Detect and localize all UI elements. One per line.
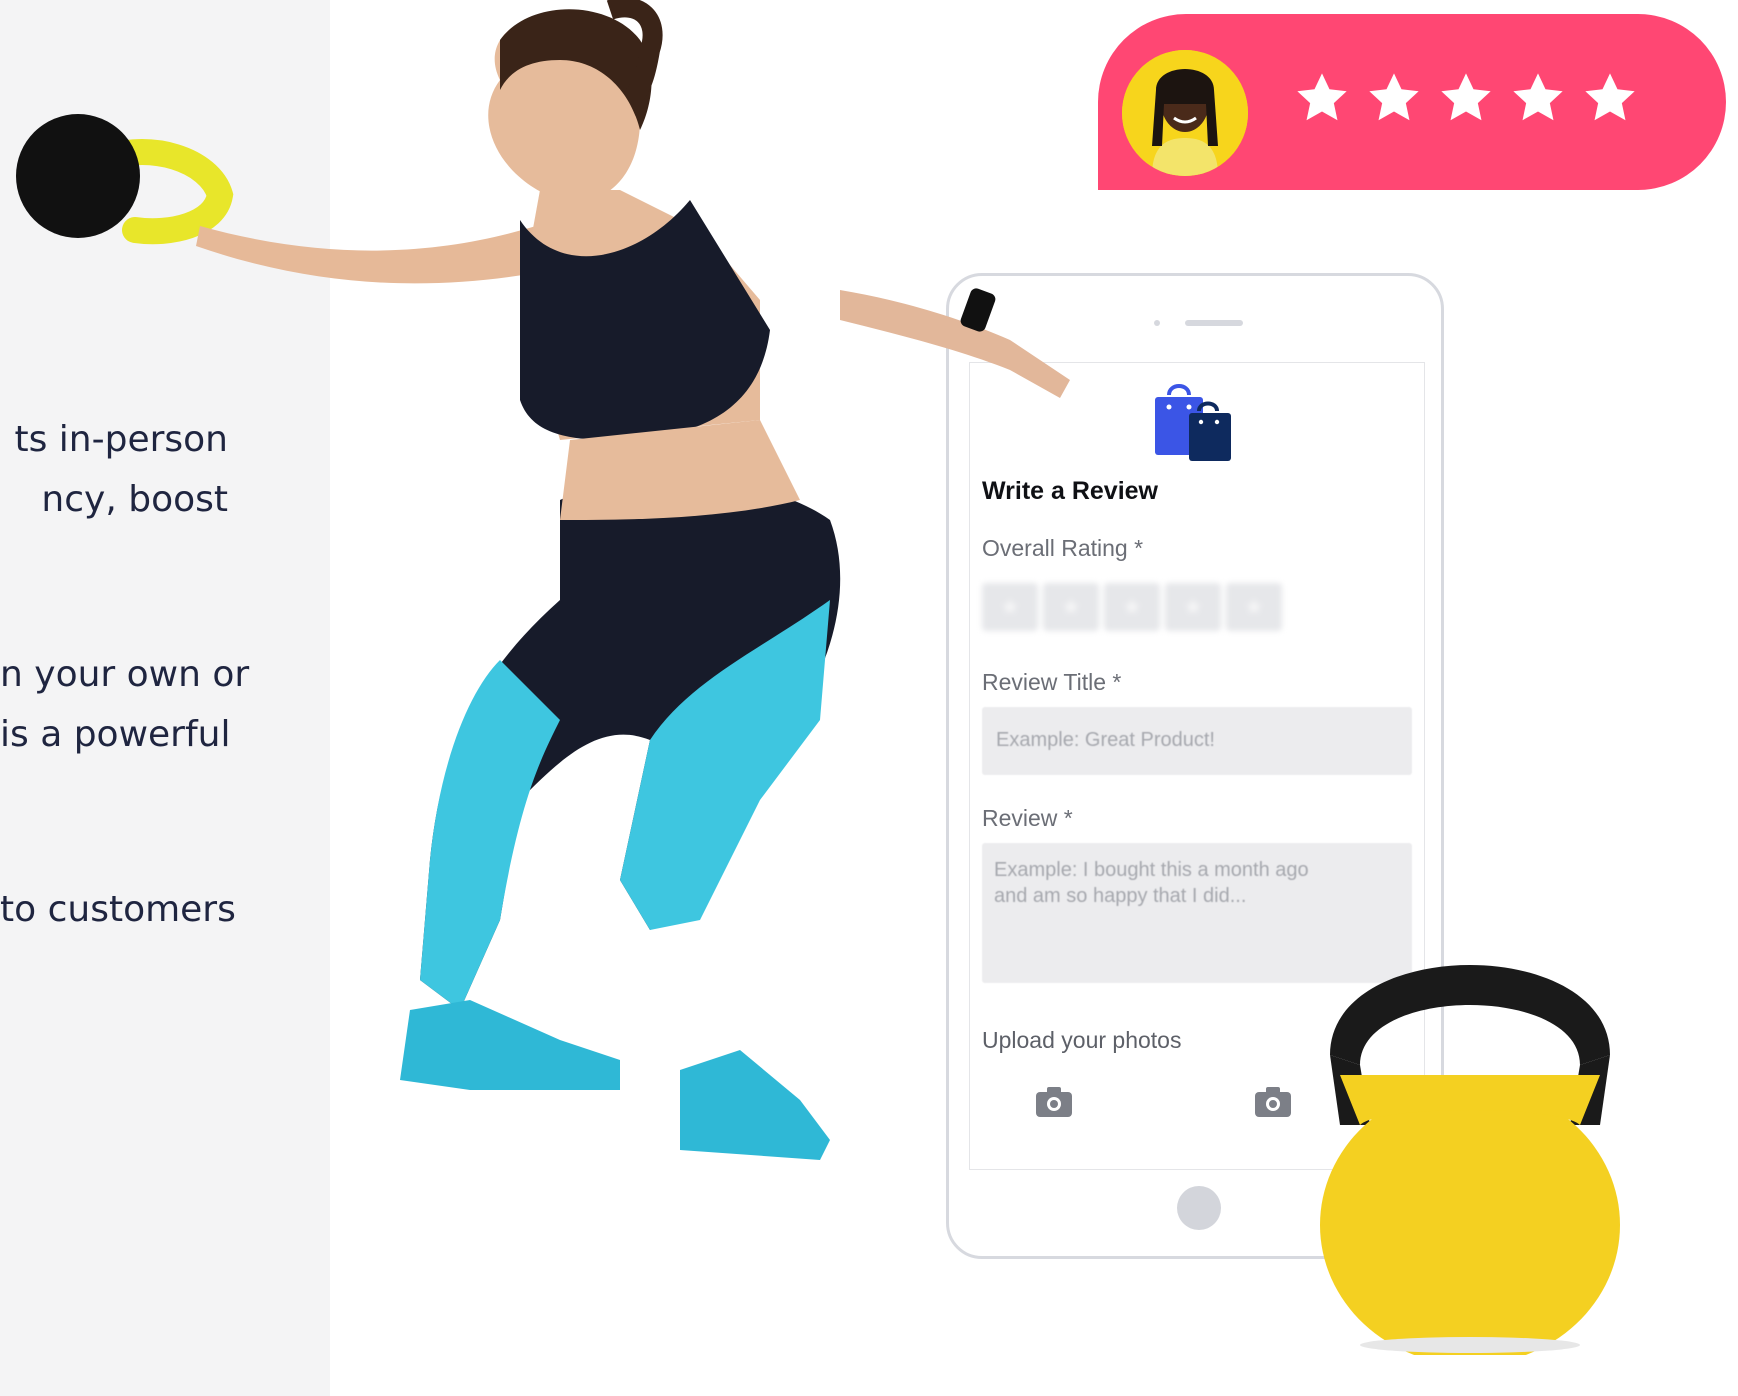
camera-icon[interactable] <box>1253 1085 1293 1119</box>
kettlebell-image <box>1320 965 1620 1355</box>
phone-speaker <box>1185 320 1243 326</box>
reviewer-avatar <box>1122 50 1248 176</box>
star-icon <box>1441 73 1491 121</box>
shopping-bag-icon <box>1155 384 1231 461</box>
star-icon <box>1513 73 1563 121</box>
woman-exercising-image <box>16 0 1070 1160</box>
phone-home-button <box>1177 1186 1221 1230</box>
small-kettlebell <box>16 114 234 245</box>
rating-badge <box>1098 14 1726 190</box>
rating-stars <box>1293 69 1639 127</box>
rating-star-option[interactable]: ★ <box>1165 583 1221 631</box>
phone-camera <box>1154 320 1160 326</box>
rating-star-option[interactable]: ★ <box>1104 583 1160 631</box>
star-icon <box>1369 73 1419 121</box>
star-icon <box>1297 73 1347 121</box>
rating-star-option[interactable]: ★ <box>1226 583 1282 631</box>
star-icon <box>1585 73 1635 121</box>
